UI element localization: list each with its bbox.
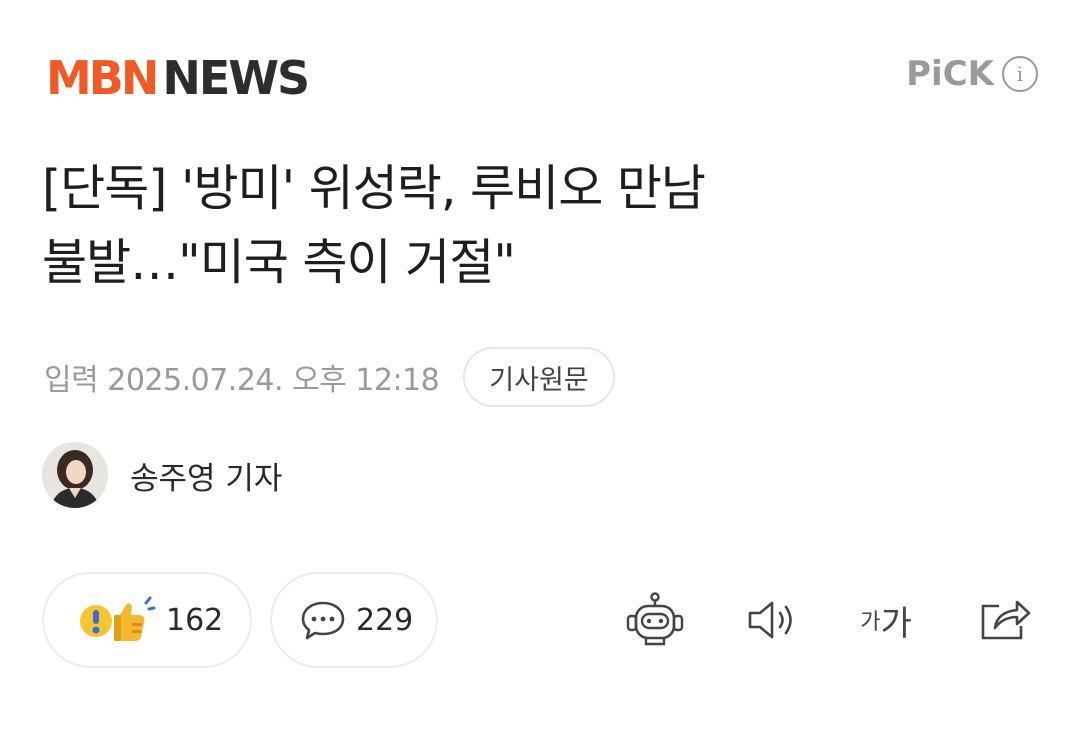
reaction-emoji-icon [80, 596, 156, 641]
listen-audio-button[interactable] [742, 592, 802, 648]
reporter-info[interactable]: 송주영 기자 [42, 442, 282, 508]
logo-news-text: NEWS [162, 51, 310, 105]
article-title-line-1: [단독] '방미' 위성락, 루비오 만남 [42, 160, 706, 217]
reaction-count: 162 [166, 602, 224, 638]
font-size-large-glyph: 가 [880, 603, 912, 644]
font-size-button[interactable]: 가가 [852, 592, 920, 648]
article-title-line-2: 불발…"미국 측이 거절" [42, 234, 516, 291]
reporter-avatar [42, 442, 108, 508]
speaker-icon [748, 601, 792, 639]
publish-date: 입력 2025.07.24. 오후 12:18 [44, 363, 440, 398]
font-size-small-glyph: 가 [860, 610, 881, 635]
pick-label: PiCK [906, 54, 994, 94]
mbn-news-logo[interactable]: MBN NEWS [46, 50, 310, 106]
logo-mbn-text: MBN [46, 51, 159, 105]
share-button[interactable] [975, 592, 1035, 648]
robot-icon [626, 592, 684, 646]
article-meta: 입력 2025.07.24. 오후 12:18 기사원문 [44, 346, 615, 408]
info-icon[interactable]: i [1002, 56, 1038, 92]
speech-bubble-icon [301, 601, 345, 640]
article-title: [단독] '방미' 위성락, 루비오 만남 불발…"미국 측이 거절" [42, 152, 1032, 300]
pick-badge[interactable]: PiCK i [906, 54, 1038, 94]
original-article-button[interactable]: 기사원문 [463, 347, 615, 407]
comment-button[interactable]: 229 [270, 572, 438, 668]
comment-count: 229 [356, 602, 414, 638]
ai-summary-button[interactable] [622, 592, 688, 648]
reaction-button[interactable]: 162 [42, 572, 252, 668]
avatar-image [42, 442, 108, 508]
reporter-name: 송주영 기자 [130, 460, 283, 497]
share-icon [981, 600, 1031, 640]
